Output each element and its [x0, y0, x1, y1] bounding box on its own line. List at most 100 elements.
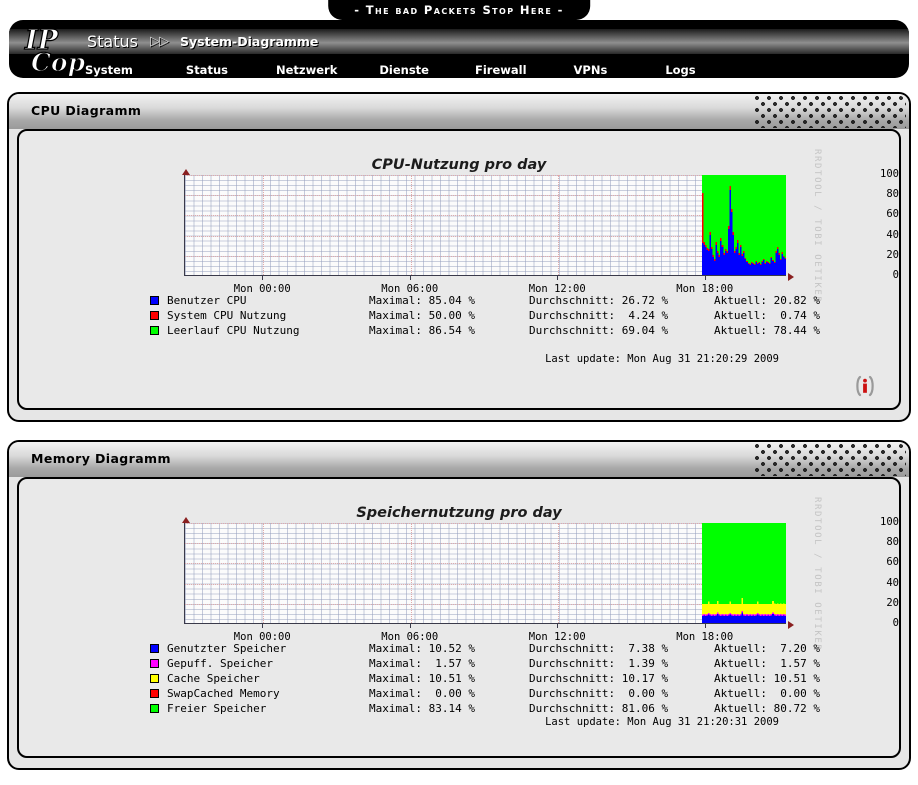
cpu-diagram-panel: CPU Diagramm CPU-Nutzung pro day RRDTOOL…	[7, 92, 911, 422]
y-axis-arrow	[182, 169, 190, 175]
legend-current-value: Aktuell: 20.82 %	[714, 294, 820, 307]
y-axis-tick-label: 40	[886, 228, 899, 241]
x-axis-arrow	[788, 273, 794, 281]
chevron-double-right-icon: ▷▷	[149, 34, 169, 49]
breadcrumb-current-page: System-Diagramme	[179, 34, 319, 49]
legend-row: Cache Speicher Maximal: 10.51 % Durchschni…	[19, 671, 899, 686]
cpu-last-update: Last update: Mon Aug 31 21:20:29 2009	[545, 353, 779, 365]
ipcop-logo[interactable]: IP Cop	[21, 23, 87, 77]
x-axis-tickmark	[704, 276, 706, 280]
legend-avg-value: Durchschnitt: 26.72 %	[529, 294, 669, 307]
y-axis-tick-label: 0	[892, 269, 899, 281]
cpu-legend: Benutzer CPU Maximal: 85.04 % Durchschnitt…	[19, 293, 899, 338]
y-axis-tick-label: 20	[886, 596, 899, 609]
legend-series-name: Leerlauf CPU Nutzung	[167, 324, 300, 337]
site-header: IP Cop Status ▷▷ System-Diagramme System…	[9, 20, 909, 78]
top-banner: - The bad Packets Stop Here -	[0, 0, 918, 20]
y-axis-tick-label: 100	[880, 516, 899, 528]
legend-current-value: Aktuell: 10.51 %	[714, 672, 820, 685]
legend-series-name: SwapCached Memory	[167, 687, 280, 700]
memory-diagram-panel: Memory Diagramm Speichernutzung pro day …	[7, 440, 911, 770]
main-navigation: System Status Netzwerk Dienste Firewall …	[9, 61, 909, 78]
y-axis-tick-label: 20	[886, 248, 899, 261]
legend-avg-value: Durchschnitt: 1.39 %	[529, 657, 669, 670]
legend-max-value: Maximal: 83.14 %	[369, 702, 475, 715]
legend-current-value: Aktuell: 80.72 %	[714, 702, 820, 715]
legend-avg-value: Durchschnitt: 69.04 %	[529, 324, 669, 337]
memory-panel-header: Memory Diagramm	[9, 442, 909, 477]
legend-color-swatch	[150, 704, 159, 713]
cpu-panel-title: CPU Diagramm	[31, 103, 142, 118]
y-axis-tick-label: 60	[886, 208, 899, 221]
cpu-panel-header: CPU Diagramm	[9, 94, 909, 129]
legend-color-swatch	[150, 296, 159, 305]
x-axis-tickmark	[704, 624, 706, 628]
legend-color-swatch	[150, 326, 159, 335]
legend-series-name: Benutzer CPU	[167, 294, 247, 307]
memory-panel-title: Memory Diagramm	[31, 451, 171, 466]
cpu-plot-area	[184, 175, 786, 276]
legend-max-value: Maximal: 1.57 %	[369, 657, 475, 670]
legend-max-value: Maximal: 0.00 %	[369, 687, 475, 700]
info-icon[interactable]	[853, 374, 877, 398]
legend-max-value: Maximal: 10.51 %	[369, 672, 475, 685]
legend-avg-value: Durchschnitt: 81.06 %	[529, 702, 669, 715]
nav-item-netzwerk[interactable]: Netzwerk	[276, 63, 337, 77]
legend-color-swatch	[150, 659, 159, 668]
legend-series-name: Gepuff. Speicher	[167, 657, 273, 670]
legend-current-value: Aktuell: 0.00 %	[714, 687, 820, 700]
breadcrumb: Status ▷▷ System-Diagramme	[87, 29, 318, 54]
y-axis-tick-label: 0	[892, 617, 899, 629]
legend-current-value: Aktuell: 0.74 %	[714, 309, 820, 322]
data-series-canvas	[701, 523, 786, 623]
cpu-graph: CPU-Nutzung pro day RRDTOOL / TOBI OETIK…	[19, 131, 899, 408]
legend-avg-value: Durchschnitt: 7.38 %	[529, 642, 669, 655]
legend-avg-value: Durchschnitt: 10.17 %	[529, 672, 669, 685]
legend-current-value: Aktuell: 1.57 %	[714, 657, 820, 670]
nav-item-system[interactable]: System	[85, 63, 133, 77]
x-axis-tickmark	[262, 624, 264, 628]
legend-max-value: Maximal: 10.52 %	[369, 642, 475, 655]
y-axis-arrow	[182, 517, 190, 523]
dot-pattern-decoration	[754, 443, 906, 476]
svg-text:Cop: Cop	[31, 48, 86, 77]
legend-series-name: Genutzter Speicher	[167, 642, 287, 655]
legend-color-swatch	[150, 644, 159, 653]
cpu-panel-body: CPU-Nutzung pro day RRDTOOL / TOBI OETIK…	[17, 129, 901, 410]
y-axis-tick-label: 60	[886, 556, 899, 569]
memory-legend: Genutzter Speicher Maximal: 10.52 % Durchs…	[19, 641, 899, 716]
legend-color-swatch	[150, 311, 159, 320]
tagline-banner: - The bad Packets Stop Here -	[328, 0, 590, 20]
legend-row: Benutzer CPU Maximal: 85.04 % Durchschnitt…	[19, 293, 899, 308]
legend-row: System CPU Nutzung Maximal: 50.00 % Durchs…	[19, 308, 899, 323]
nav-item-status[interactable]: Status	[186, 63, 228, 77]
nav-item-vpns[interactable]: VPNs	[574, 63, 608, 77]
legend-avg-value: Durchschnitt: 4.24 %	[529, 309, 669, 322]
memory-plot-area	[184, 523, 786, 624]
legend-row: Freier Speicher Maximal: 83.14 % Durchschn…	[19, 701, 899, 716]
legend-avg-value: Durchschnitt: 0.00 %	[529, 687, 669, 700]
y-axis-tick-label: 80	[886, 188, 899, 201]
x-axis-tickmark	[262, 276, 264, 280]
data-series-canvas	[701, 175, 786, 275]
legend-row: Gepuff. Speicher Maximal: 1.57 % Durchschn…	[19, 656, 899, 671]
breadcrumb-section[interactable]: Status	[87, 32, 138, 51]
legend-series-name: Cache Speicher	[167, 672, 260, 685]
nav-item-logs[interactable]: Logs	[665, 63, 695, 77]
legend-color-swatch	[150, 674, 159, 683]
legend-color-swatch	[150, 689, 159, 698]
legend-series-name: Freier Speicher	[167, 702, 267, 715]
y-axis-tick-label: 80	[886, 536, 899, 549]
legend-current-value: Aktuell: 7.20 %	[714, 642, 820, 655]
nav-item-dienste[interactable]: Dienste	[379, 63, 429, 77]
legend-row: Genutzter Speicher Maximal: 10.52 % Durchs…	[19, 641, 899, 656]
x-axis-tickmark	[409, 624, 411, 628]
dot-pattern-decoration	[754, 95, 906, 128]
x-axis-tickmark	[409, 276, 411, 280]
x-axis-tickmark	[557, 624, 559, 628]
legend-max-value: Maximal: 85.04 %	[369, 294, 475, 307]
legend-series-name: System CPU Nutzung	[167, 309, 287, 322]
nav-item-firewall[interactable]: Firewall	[475, 63, 527, 77]
legend-row: SwapCached Memory Maximal: 0.00 % Durchsch…	[19, 686, 899, 701]
legend-row: Leerlauf CPU Nutzung Maximal: 86.54 % Durc…	[19, 323, 899, 338]
